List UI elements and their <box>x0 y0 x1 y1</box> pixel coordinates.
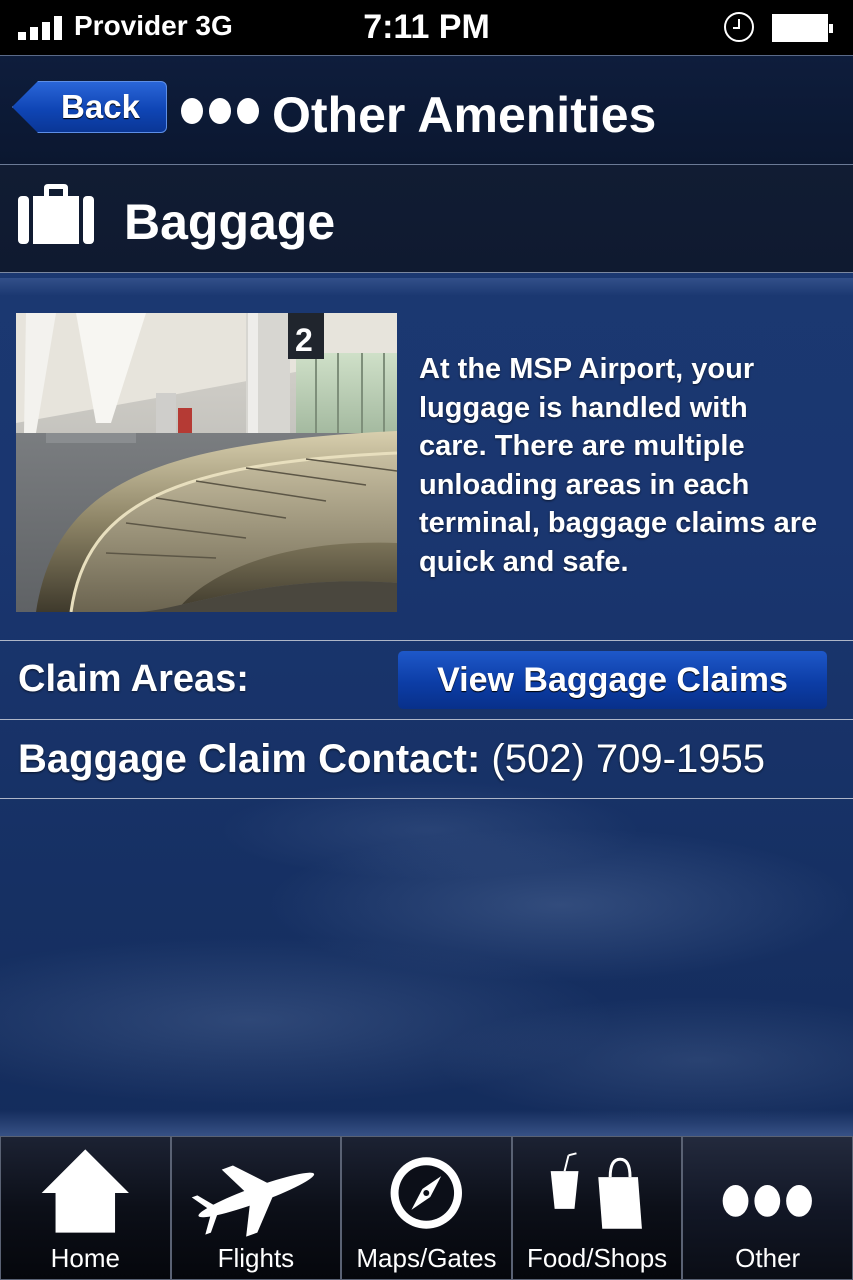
battery-icon <box>772 14 833 42</box>
food-shops-icon <box>550 1152 642 1229</box>
tab-label: Maps/Gates <box>356 1243 497 1273</box>
divider <box>0 640 853 641</box>
app-screen: Provider 3G 7:11 PM Back Other Amenities… <box>0 0 853 1280</box>
tab-home[interactable]: Home <box>0 1136 171 1280</box>
tab-other[interactable]: Other <box>682 1136 853 1280</box>
tab-label: Other <box>735 1243 801 1273</box>
page-title: Other Amenities <box>272 87 657 143</box>
section-title: Baggage <box>124 194 336 250</box>
divider <box>0 719 853 720</box>
contact-label: Baggage Claim Contact: <box>18 737 481 781</box>
suitcase-icon <box>18 184 94 244</box>
tab-maps-gates[interactable]: Maps/Gates <box>341 1136 512 1280</box>
navigation-bar: Back Other Amenities <box>0 55 853 165</box>
back-button[interactable]: Back <box>12 81 167 133</box>
tab-bar: Home Flights Maps/Gates Food/Shops Other <box>0 1136 853 1280</box>
back-button-label: Back <box>61 88 140 125</box>
tab-label: Food/Shops <box>526 1243 668 1273</box>
decorative-band <box>0 278 853 296</box>
tab-label: Flights <box>217 1243 295 1273</box>
contact-phone[interactable]: (502) 709-1955 <box>491 737 765 781</box>
view-baggage-claims-button[interactable]: View Baggage Claims <box>398 651 827 709</box>
view-baggage-claims-label: View Baggage Claims <box>437 660 788 699</box>
section-header: Baggage <box>0 165 853 273</box>
tab-label: Home <box>50 1243 120 1273</box>
divider <box>0 798 853 799</box>
home-icon <box>41 1149 129 1233</box>
tab-food-shops[interactable]: Food/Shops <box>511 1136 683 1280</box>
more-dots-icon <box>723 1185 813 1217</box>
alarm-icon <box>724 12 754 42</box>
compass-icon <box>390 1157 463 1229</box>
baggage-description: At the MSP Airport, your luggage is hand… <box>419 353 818 578</box>
baggage-claim-contact: Baggage Claim Contact: (502) 709-1955 <box>18 737 765 782</box>
status-bar: Provider 3G 7:11 PM <box>0 0 853 55</box>
baggage-carousel-photo: 2 <box>16 313 397 612</box>
airplane-icon <box>191 1165 314 1237</box>
tab-flights[interactable]: Flights <box>170 1136 342 1280</box>
carousel-number: 2 <box>295 322 313 358</box>
claim-areas-label: Claim Areas: <box>18 658 249 700</box>
decorative-band <box>0 1110 853 1136</box>
